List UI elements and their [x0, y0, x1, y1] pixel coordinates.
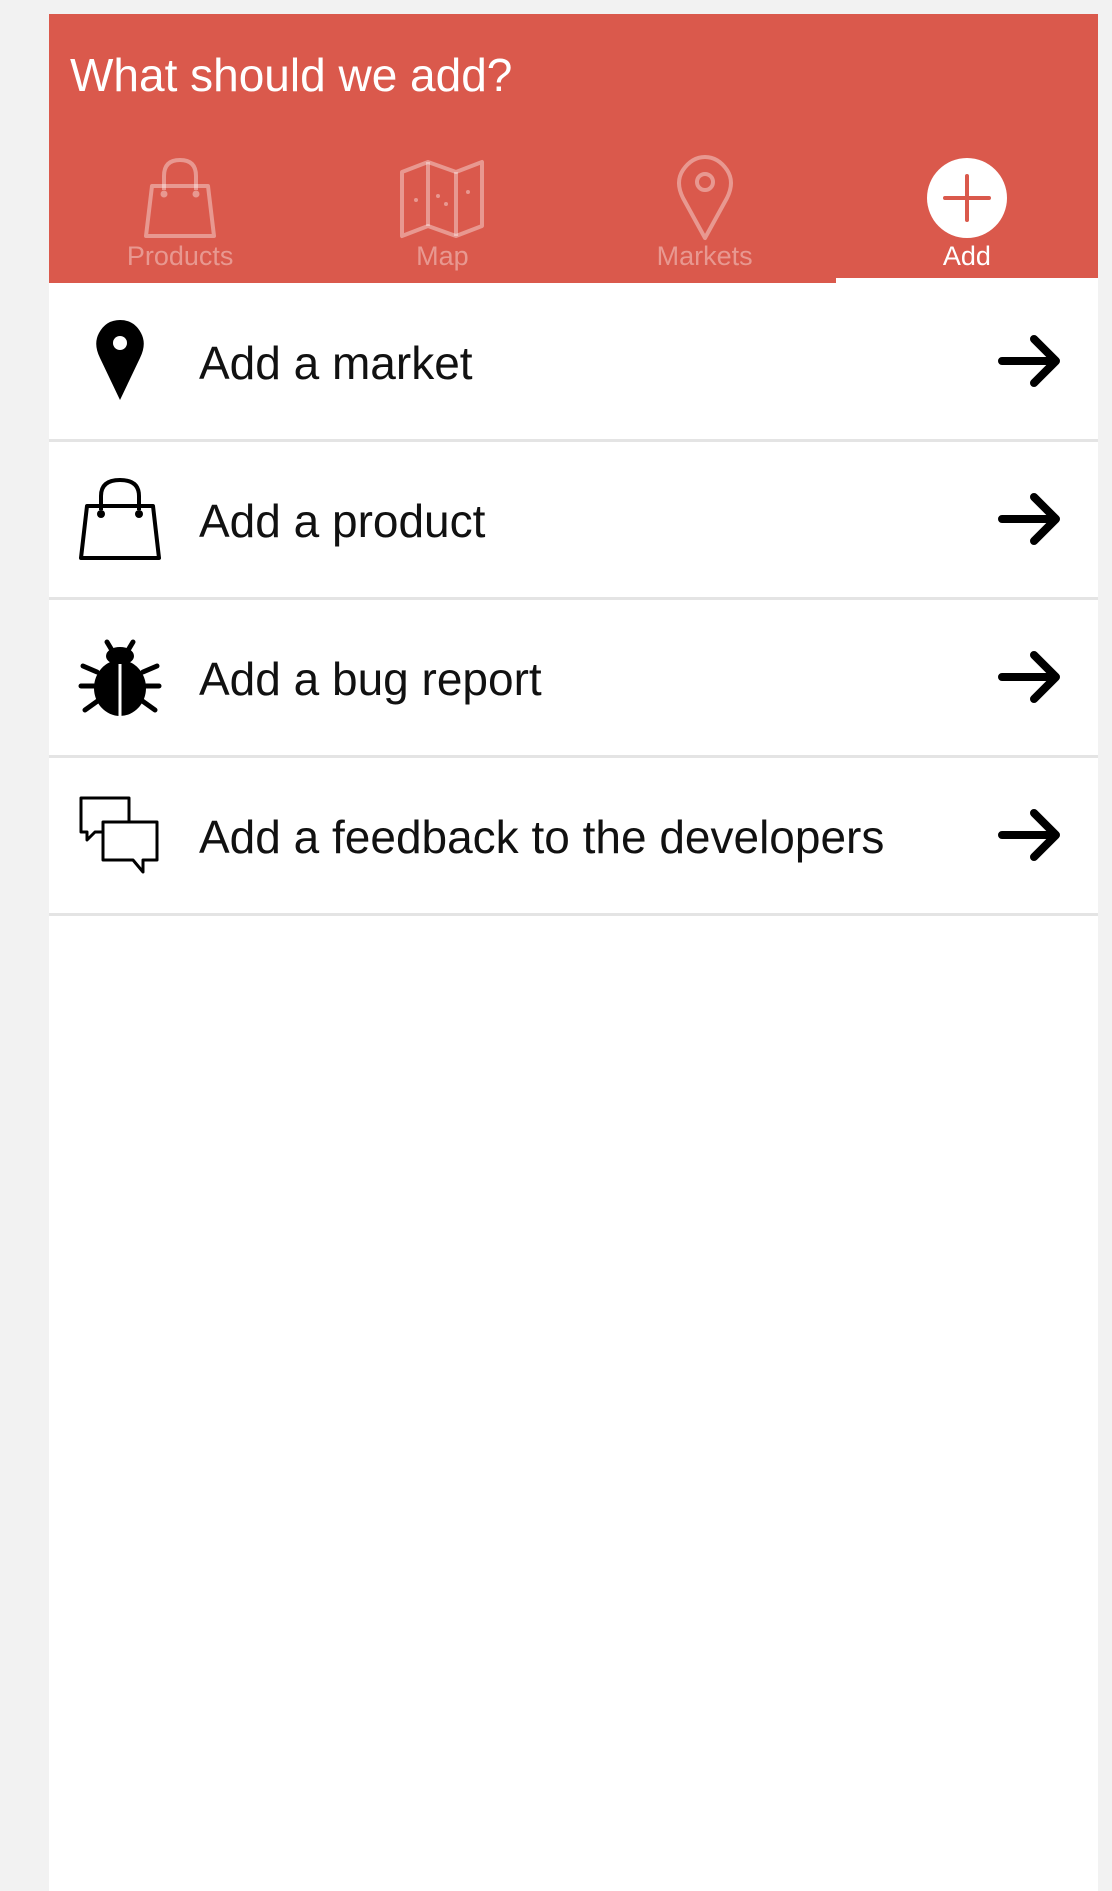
- tab-map[interactable]: Map: [311, 140, 573, 283]
- tab-label-map: Map: [416, 241, 469, 271]
- map-marker-icon: [96, 320, 144, 400]
- add-market-label: Add a market: [199, 337, 473, 389]
- arrow-right-icon: [998, 651, 1060, 703]
- page-title: What should we add?: [70, 49, 513, 101]
- bug-icon: [78, 639, 162, 716]
- tab-products[interactable]: Products: [49, 140, 311, 283]
- arrow-right-icon: [998, 493, 1060, 545]
- map-icon: [400, 160, 485, 238]
- app-screen: What should we add? Products Map Markets…: [49, 14, 1099, 1891]
- tab-label-products: Products: [126, 241, 234, 271]
- plus-circle-icon: [926, 158, 1007, 238]
- arrow-right-icon: [998, 809, 1060, 861]
- tab-bar: Products Map Markets Add: [49, 140, 1099, 283]
- add-feedback-row[interactable]: Add a feedback to the developers: [49, 758, 1098, 916]
- location-pin-icon: [676, 155, 733, 240]
- tab-label-markets: Markets: [656, 241, 753, 271]
- add-options-list: Add a market Add a product Add a bug rep…: [49, 284, 1098, 916]
- shopping-bag-icon: [79, 478, 161, 560]
- header: What should we add? Products Map Markets…: [49, 14, 1099, 283]
- add-bug-report-row[interactable]: Add a bug report: [49, 600, 1098, 758]
- tab-label-add: Add: [942, 241, 991, 271]
- tab-add[interactable]: Add: [835, 140, 1099, 283]
- add-market-row[interactable]: Add a market: [49, 284, 1098, 442]
- add-product-label: Add a product: [199, 495, 486, 547]
- add-feedback-label: Add a feedback to the developers: [199, 811, 885, 863]
- chat-bubbles-icon: [79, 796, 159, 874]
- tab-markets[interactable]: Markets: [574, 140, 836, 283]
- add-bug-report-label: Add a bug report: [199, 653, 542, 705]
- add-product-row[interactable]: Add a product: [49, 442, 1098, 600]
- shopping-bag-icon: [144, 158, 217, 238]
- arrow-right-icon: [998, 335, 1060, 387]
